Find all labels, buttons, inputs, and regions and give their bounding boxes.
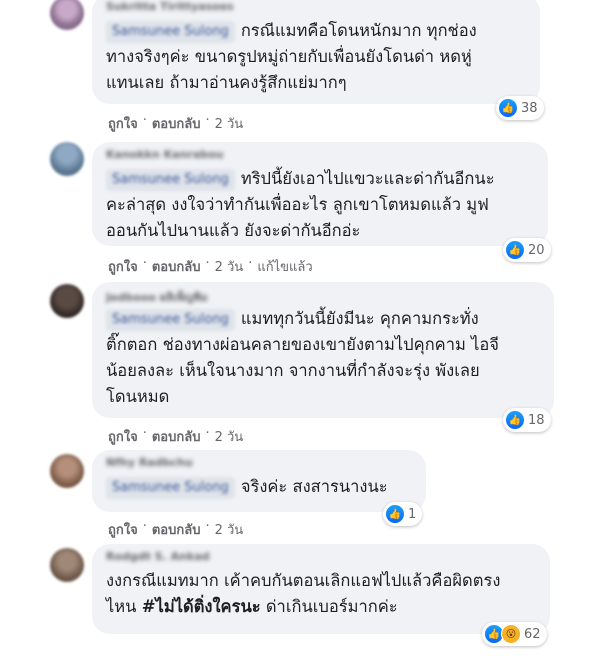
- mention-tag[interactable]: Samsunee Sulong: [106, 21, 235, 43]
- separator: ·: [142, 426, 147, 441]
- commenter-name[interactable]: Sukritta Tirittyasoes: [106, 0, 526, 18]
- comment-actions: ถูกใจ · ตอบกลับ · 2 วัน: [108, 113, 243, 134]
- separator: ·: [205, 519, 210, 534]
- comment-text: Samsunee Sulong กรณีแมทคือโดนหนักมาก ทุกช…: [106, 21, 477, 92]
- like-reaction-icon: 👍: [505, 410, 525, 430]
- separator: ·: [205, 113, 210, 128]
- like-reaction-icon: 👍: [385, 504, 405, 524]
- mention-tag[interactable]: Samsunee Sulong: [106, 477, 235, 499]
- reaction-count: 62: [524, 626, 541, 642]
- comment-text: Samsunee Sulong ทริปนี้ยังเอาไปแขวะและด่า…: [106, 169, 495, 240]
- reaction-count: 1: [408, 506, 417, 522]
- comment-bubble: Rodgdt S. Ankad งงกรณีแมทมาก เค้าคบกันตอ…: [92, 544, 550, 634]
- timestamp[interactable]: 2 วัน: [215, 256, 244, 277]
- comment-actions: ถูกใจ · ตอบกลับ · 2 วัน · แก้ไขแล้ว: [108, 256, 313, 277]
- separator: ·: [248, 256, 253, 271]
- edited-label[interactable]: แก้ไขแล้ว: [257, 256, 312, 277]
- reaction-count: 20: [528, 242, 545, 258]
- reply-button[interactable]: ตอบกลับ: [152, 426, 201, 447]
- timestamp[interactable]: 2 วัน: [215, 113, 244, 134]
- comment-actions: ถูกใจ · ตอบกลับ · 2 วัน: [108, 519, 243, 540]
- reaction-summary[interactable]: 👍 1: [383, 502, 423, 526]
- reaction-summary[interactable]: 👍 18: [503, 408, 551, 432]
- commenter-name[interactable]: Kanokkn Kanrabou: [106, 148, 534, 166]
- avatar[interactable]: [50, 454, 84, 488]
- comment-bubble: Sukritta Tirittyasoes Samsunee Sulong กรณ…: [92, 0, 540, 104]
- comment-text: งงกรณีแมทมาก เค้าคบกันตอนเลิกแอฟไปแล้วคื…: [106, 571, 501, 616]
- commenter-name[interactable]: Jedbooo ผลิเพ็ญพิม: [106, 288, 540, 306]
- commenter-name[interactable]: Nfhy Radbchu: [106, 456, 412, 474]
- like-button[interactable]: ถูกใจ: [108, 426, 138, 447]
- avatar[interactable]: [50, 142, 84, 176]
- comment-text: Samsunee Sulong จริงค่ะ สงสารนางนะ: [106, 474, 412, 500]
- timestamp[interactable]: 2 วัน: [215, 519, 244, 540]
- comment-bubble: Jedbooo ผลิเพ็ญพิม Samsunee Sulong แมททุก…: [92, 282, 554, 418]
- wow-reaction-icon: 😮: [501, 624, 521, 644]
- like-button[interactable]: ถูกใจ: [108, 519, 138, 540]
- like-reaction-icon: 👍: [498, 98, 518, 118]
- avatar[interactable]: [50, 284, 84, 318]
- timestamp[interactable]: 2 วัน: [215, 426, 244, 447]
- avatar[interactable]: [50, 0, 84, 30]
- like-button[interactable]: ถูกใจ: [108, 113, 138, 134]
- reply-button[interactable]: ตอบกลับ: [152, 519, 201, 540]
- reply-button[interactable]: ตอบกลับ: [152, 113, 201, 134]
- reaction-summary[interactable]: 👍 38: [496, 96, 544, 120]
- commenter-name[interactable]: Rodgdt S. Ankad: [106, 550, 536, 568]
- mention-tag[interactable]: Samsunee Sulong: [106, 169, 235, 191]
- like-button[interactable]: ถูกใจ: [108, 256, 138, 277]
- reaction-summary[interactable]: 👍 20: [503, 238, 551, 262]
- separator: ·: [205, 426, 210, 441]
- comment-bubble: Nfhy Radbchu Samsunee Sulong จริงค่ะ สงสา…: [92, 450, 426, 512]
- hashtag-link[interactable]: #ไม่ได้ติ่งใครนะ: [142, 597, 261, 616]
- reaction-count: 18: [528, 412, 545, 428]
- reaction-summary[interactable]: 👍 😮 62: [482, 622, 547, 646]
- separator: ·: [142, 113, 147, 128]
- reaction-count: 38: [521, 100, 538, 116]
- comment-actions: ถูกใจ · ตอบกลับ · 2 วัน: [108, 426, 243, 447]
- comment-bubble: Kanokkn Kanrabou Samsunee Sulong ทริปนี้ย…: [92, 142, 548, 246]
- separator: ·: [142, 519, 147, 534]
- reply-button[interactable]: ตอบกลับ: [152, 256, 201, 277]
- comment-text: Samsunee Sulong แมททุกวันนี้ยังมีนะ คุกคา…: [106, 309, 499, 406]
- separator: ·: [205, 256, 210, 271]
- mention-tag[interactable]: Samsunee Sulong: [106, 309, 235, 331]
- like-reaction-icon: 👍: [505, 240, 525, 260]
- avatar[interactable]: [50, 548, 84, 582]
- separator: ·: [142, 256, 147, 271]
